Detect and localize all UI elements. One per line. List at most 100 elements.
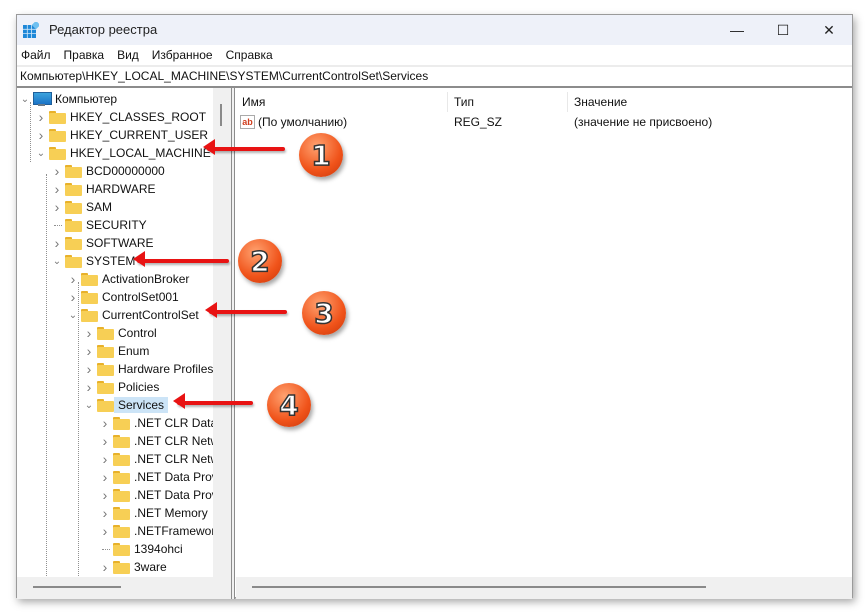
tree-node-label: .NET CLR Data xyxy=(134,416,218,430)
chevron-right-icon[interactable]: › xyxy=(100,468,110,486)
tree-node[interactable]: › Enum xyxy=(84,342,150,360)
tree-node-label: SOFTWARE xyxy=(86,236,154,250)
tree-node[interactable]: › .NET Memory xyxy=(100,504,208,522)
tree-node-label: HKEY_CURRENT_USER xyxy=(70,128,209,142)
tree-guide-line xyxy=(30,102,31,162)
column-header-name[interactable]: Имя xyxy=(236,92,448,112)
chevron-right-icon[interactable]: › xyxy=(100,486,110,504)
tree-node-label: Control xyxy=(118,326,157,340)
tree-node[interactable]: › SOFTWARE xyxy=(52,234,154,252)
annotation-arrow-4 xyxy=(177,401,253,405)
folder-icon xyxy=(65,182,82,196)
menu-view[interactable]: Вид xyxy=(112,48,144,62)
tree-node[interactable]: ⌄ Services xyxy=(84,396,169,414)
tree-node-label: .NET CLR Netw xyxy=(134,434,220,448)
scrollbar-thumb[interactable] xyxy=(252,586,706,588)
tree-node[interactable]: 1394ohci xyxy=(100,540,183,558)
minimize-button[interactable]: — xyxy=(714,15,760,45)
chevron-right-icon[interactable]: › xyxy=(84,378,94,396)
regedit-app-icon xyxy=(23,22,39,38)
chevron-down-icon[interactable]: ⌄ xyxy=(36,144,46,162)
tree-node[interactable]: › Policies xyxy=(84,378,160,396)
tree-node[interactable]: ⌄ HKEY_LOCAL_MACHINE xyxy=(36,144,211,162)
chevron-right-icon[interactable]: › xyxy=(36,126,46,144)
column-header-type[interactable]: Тип xyxy=(448,92,568,112)
tree-node[interactable]: › .NET CLR Netw xyxy=(100,432,219,450)
folder-icon xyxy=(97,344,114,358)
folder-icon xyxy=(49,128,66,142)
tree-node[interactable]: › .NET Data Prov xyxy=(100,468,218,486)
tree-node[interactable]: › .NET CLR Data xyxy=(100,414,217,432)
tree-node[interactable]: › HKEY_CLASSES_ROOT xyxy=(36,108,206,126)
tree-node-label: Enum xyxy=(118,344,150,358)
chevron-right-icon[interactable]: › xyxy=(84,324,94,342)
chevron-right-icon[interactable]: › xyxy=(100,504,110,522)
list-horizontal-scrollbar[interactable] xyxy=(236,577,852,599)
tree-node[interactable]: › HARDWARE xyxy=(52,180,156,198)
tree-node[interactable]: › BCD00000000 xyxy=(52,162,165,180)
chevron-right-icon[interactable]: › xyxy=(100,414,110,432)
tree-node[interactable]: ⌄ CurrentControlSet xyxy=(68,306,199,324)
chevron-right-icon[interactable]: › xyxy=(52,162,62,180)
annotation-badge-4: 4 xyxy=(267,383,311,427)
close-button[interactable]: ✕ xyxy=(806,15,852,45)
tree-node[interactable]: › Control xyxy=(84,324,157,342)
menu-file[interactable]: Файл xyxy=(17,48,56,62)
tree-node[interactable]: › SAM xyxy=(52,198,112,216)
chevron-down-icon[interactable]: ⌄ xyxy=(52,252,62,270)
chevron-right-icon[interactable]: › xyxy=(52,180,62,198)
folder-icon xyxy=(65,254,82,268)
tree-node-label: Policies xyxy=(118,380,160,394)
chevron-down-icon[interactable]: ⌄ xyxy=(20,90,30,108)
chevron-right-icon[interactable]: › xyxy=(100,558,110,576)
folder-icon xyxy=(49,110,66,124)
annotation-badge-3: 3 xyxy=(302,291,346,335)
tree-node-label: .NET Data Prov xyxy=(134,470,218,484)
chevron-right-icon[interactable]: › xyxy=(68,270,78,288)
registry-tree: ⌄ Компьютер › HKEY_CLASSES_ROOT › HKEY_CURR… xyxy=(17,88,231,577)
tree-vertical-scrollbar[interactable] xyxy=(213,88,231,577)
pane-splitter[interactable] xyxy=(231,88,235,599)
maximize-button[interactable]: ☐ xyxy=(760,15,806,45)
tree-node-label: .NET Data Prov xyxy=(134,488,218,502)
tree-node[interactable]: › 3ware xyxy=(100,558,167,576)
annotation-arrow-1 xyxy=(207,147,285,151)
tree-horizontal-scrollbar[interactable] xyxy=(17,577,231,599)
tree-node-computer[interactable]: ⌄ Компьютер xyxy=(20,90,117,108)
tree-node-label: .NET Memory xyxy=(134,506,208,520)
scrollbar-thumb[interactable] xyxy=(33,586,121,588)
computer-icon xyxy=(33,91,52,107)
chevron-right-icon[interactable]: › xyxy=(68,288,78,306)
tree-node[interactable]: › ControlSet001 xyxy=(68,288,179,306)
address-bar[interactable]: Компьютер\HKEY_LOCAL_MACHINE\SYSTEM\Curr… xyxy=(17,65,852,86)
column-header-value[interactable]: Значение xyxy=(568,92,848,112)
tree-node[interactable]: › .NET CLR Netw xyxy=(100,450,219,468)
menu-favorites[interactable]: Избранное xyxy=(147,48,218,62)
scrollbar-thumb[interactable] xyxy=(220,104,222,126)
chevron-down-icon[interactable]: ⌄ xyxy=(84,396,94,414)
menu-help[interactable]: Справка xyxy=(221,48,278,62)
chevron-right-icon[interactable]: › xyxy=(52,198,62,216)
tree-node[interactable]: › .NET Data Prov xyxy=(100,486,218,504)
chevron-right-icon[interactable]: › xyxy=(100,522,110,540)
chevron-right-icon[interactable]: › xyxy=(84,360,94,378)
tree-node[interactable]: ⌄ SYSTEM xyxy=(52,252,136,270)
chevron-down-icon[interactable]: ⌄ xyxy=(68,306,78,324)
chevron-right-icon[interactable]: › xyxy=(36,108,46,126)
folder-icon xyxy=(97,326,114,340)
chevron-right-icon[interactable]: › xyxy=(100,450,110,468)
folder-icon xyxy=(97,380,114,394)
tree-node[interactable]: › .NETFramewor xyxy=(100,522,216,540)
menu-edit[interactable]: Правка xyxy=(59,48,110,62)
tree-node[interactable]: › ActivationBroker xyxy=(68,270,190,288)
tree-node-label: BCD00000000 xyxy=(86,164,165,178)
chevron-right-icon[interactable]: › xyxy=(100,432,110,450)
tree-node[interactable]: › Hardware Profiles xyxy=(84,360,214,378)
chevron-right-icon[interactable]: › xyxy=(52,234,62,252)
folder-icon xyxy=(65,218,82,232)
chevron-right-icon[interactable]: › xyxy=(84,342,94,360)
tree-node[interactable]: SECURITY xyxy=(52,216,147,234)
tree-node[interactable]: › HKEY_CURRENT_USER xyxy=(36,126,208,144)
value-row-name[interactable]: ab (По умолчанию) xyxy=(240,113,347,131)
tree-guide-line xyxy=(78,282,79,577)
